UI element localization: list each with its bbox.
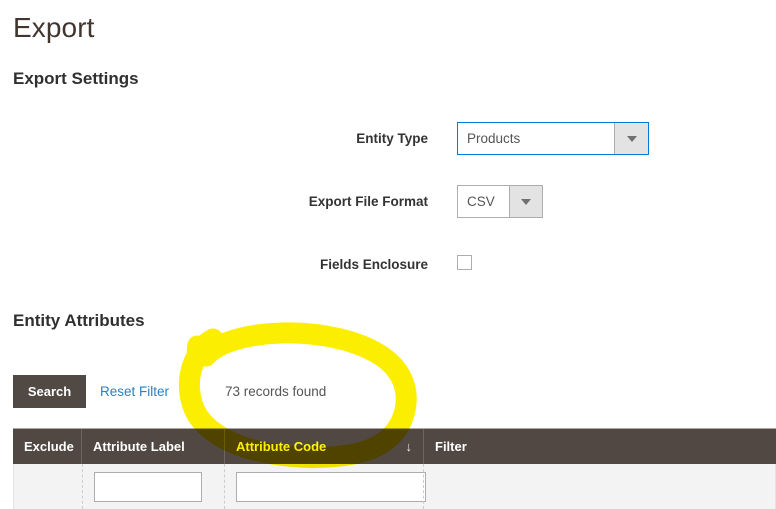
sort-descending-icon: ↓ [405,439,413,454]
grid-filter-cell-attribute-code [224,464,427,509]
fields-enclosure-label: Fields Enclosure [319,257,428,272]
grid-column-header-attribute-label-text: Attribute Label [93,439,185,454]
entity-type-selected-value: Products [467,131,521,146]
chevron-down-icon [521,198,531,205]
entity-type-dropdown-button[interactable] [614,123,648,154]
reset-filter-link[interactable]: Reset Filter [100,375,169,408]
search-button[interactable]: Search [13,375,86,408]
page-title: Export [13,12,95,43]
grid-filter-row [13,464,776,509]
grid-header-row: Exclude Attribute Label Attribute Code ↓… [13,428,776,464]
grid-column-header-attribute-code-text: Attribute Code [236,439,327,454]
attribute-label-filter-input[interactable] [93,471,202,502]
export-file-format-dropdown-button[interactable] [509,186,542,217]
grid-filter-cell-filter [423,464,775,509]
entity-attributes-grid: Exclude Attribute Label Attribute Code ↓… [13,428,776,509]
grid-filter-cell-attribute-label [81,464,225,509]
export-file-format-selected-value: CSV [467,194,495,209]
attribute-code-filter-input[interactable] [236,471,427,502]
export-page: Export Export Settings Entity Type Produ… [0,0,776,509]
grid-column-header-exclude[interactable]: Exclude [13,429,81,464]
grid-controls: Search Reset Filter 73 records found [0,375,776,409]
grid-column-header-attribute-code[interactable]: Attribute Code ↓ [224,429,423,464]
records-found-count: 73 records found [225,384,327,399]
export-file-format-select[interactable]: CSV [457,185,543,218]
export-file-format-label: Export File Format [308,194,428,209]
entity-type-label: Entity Type [356,131,428,146]
annotation-tail-stroke [186,335,207,367]
grid-column-header-filter-label: Filter [435,439,467,454]
chevron-down-icon [626,135,637,142]
grid-column-header-exclude-label: Exclude [24,439,74,454]
grid-filter-cell-exclude [14,464,82,509]
fields-enclosure-checkbox[interactable] [457,255,472,270]
field-row-fields-enclosure: Fields Enclosure [0,248,776,282]
section-heading-entity-attributes: Entity Attributes [13,311,145,330]
grid-column-header-attribute-label[interactable]: Attribute Label [81,429,224,464]
field-row-export-file-format: Export File Format CSV [0,185,776,219]
field-row-entity-type: Entity Type Products [0,122,776,156]
grid-column-header-filter[interactable]: Filter [423,429,776,464]
entity-type-select[interactable]: Products [457,122,649,155]
section-heading-export-settings: Export Settings [13,69,139,88]
